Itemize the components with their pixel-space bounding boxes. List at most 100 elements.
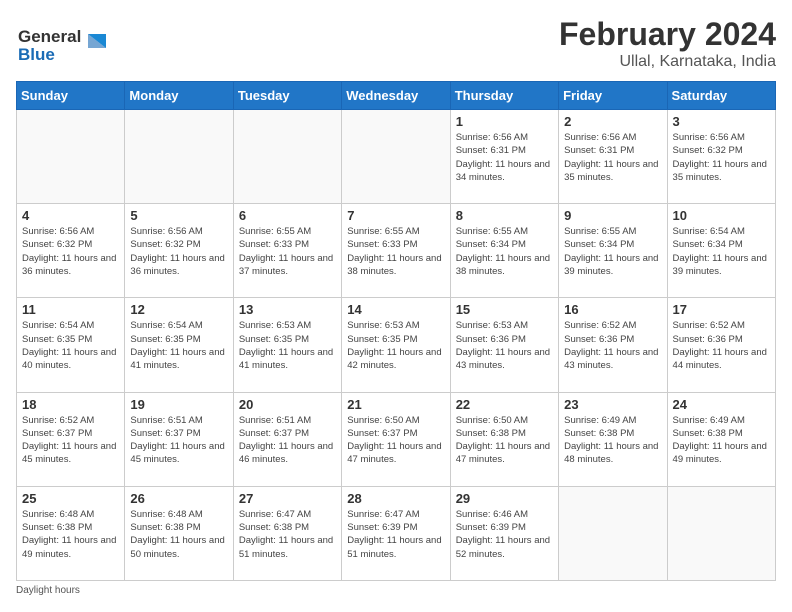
table-row: 14 Sunrise: 6:53 AMSunset: 6:35 PMDayligh… xyxy=(342,298,450,392)
day-number: 25 xyxy=(22,491,119,506)
col-wednesday: Wednesday xyxy=(342,82,450,110)
col-thursday: Thursday xyxy=(450,82,558,110)
day-info: Sunrise: 6:47 AMSunset: 6:39 PMDaylight:… xyxy=(347,508,444,561)
day-number: 17 xyxy=(673,302,770,317)
day-number: 1 xyxy=(456,114,553,129)
day-number: 15 xyxy=(456,302,553,317)
table-row: 26 Sunrise: 6:48 AMSunset: 6:38 PMDayligh… xyxy=(125,486,233,580)
svg-text:Blue: Blue xyxy=(18,45,55,64)
day-number: 23 xyxy=(564,397,661,412)
table-row: 16 Sunrise: 6:52 AMSunset: 6:36 PMDayligh… xyxy=(559,298,667,392)
day-info: Sunrise: 6:48 AMSunset: 6:38 PMDaylight:… xyxy=(22,508,119,561)
day-number: 24 xyxy=(673,397,770,412)
day-number: 11 xyxy=(22,302,119,317)
day-number: 29 xyxy=(456,491,553,506)
day-number: 22 xyxy=(456,397,553,412)
table-row: 28 Sunrise: 6:47 AMSunset: 6:39 PMDayligh… xyxy=(342,486,450,580)
day-number: 4 xyxy=(22,208,119,223)
day-number: 28 xyxy=(347,491,444,506)
day-number: 14 xyxy=(347,302,444,317)
page-subtitle: Ullal, Karnataka, India xyxy=(559,53,776,71)
day-info: Sunrise: 6:48 AMSunset: 6:38 PMDaylight:… xyxy=(130,508,227,561)
calendar-week-row: 1 Sunrise: 6:56 AMSunset: 6:31 PMDaylight… xyxy=(17,110,776,204)
table-row: 19Sunrise: 6:51 AMSunset: 6:37 PMDayligh… xyxy=(125,392,233,486)
page-title: February 2024 xyxy=(559,16,776,53)
day-info: Sunrise: 6:49 AMSunset: 6:38 PMDaylight:… xyxy=(673,414,770,467)
day-number: 3 xyxy=(673,114,770,129)
day-number: 18 xyxy=(22,397,119,412)
table-row: 13 Sunrise: 6:53 AMSunset: 6:35 PMDayligh… xyxy=(233,298,341,392)
day-info: Sunrise: 6:55 AMSunset: 6:33 PMDaylight:… xyxy=(347,225,444,278)
day-number: 26 xyxy=(130,491,227,506)
day-info: Sunrise: 6:46 AMSunset: 6:39 PMDaylight:… xyxy=(456,508,553,561)
day-info: Sunrise: 6:54 AMSunset: 6:35 PMDaylight:… xyxy=(130,319,227,372)
day-info: Sunrise: 6:55 AMSunset: 6:33 PMDaylight:… xyxy=(239,225,336,278)
day-info: Sunrise: 6:53 AMSunset: 6:35 PMDaylight:… xyxy=(239,319,336,372)
logo: General Blue xyxy=(16,16,126,70)
table-row: 29 Sunrise: 6:46 AMSunset: 6:39 PMDayligh… xyxy=(450,486,558,580)
table-row: 24 Sunrise: 6:49 AMSunset: 6:38 PMDayligh… xyxy=(667,392,775,486)
day-number: 10 xyxy=(673,208,770,223)
table-row: 27 Sunrise: 6:47 AMSunset: 6:38 PMDayligh… xyxy=(233,486,341,580)
title-block: February 2024 Ullal, Karnataka, India xyxy=(559,16,776,71)
calendar-week-row: 25 Sunrise: 6:48 AMSunset: 6:38 PMDayligh… xyxy=(17,486,776,580)
table-row: 2 Sunrise: 6:56 AMSunset: 6:31 PMDaylight… xyxy=(559,110,667,204)
calendar-week-row: 4 Sunrise: 6:56 AMSunset: 6:32 PMDaylight… xyxy=(17,204,776,298)
table-row: 9 Sunrise: 6:55 AMSunset: 6:34 PMDaylight… xyxy=(559,204,667,298)
calendar-week-row: 18 Sunrise: 6:52 AMSunset: 6:37 PMDayligh… xyxy=(17,392,776,486)
table-row: 7Sunrise: 6:55 AMSunset: 6:33 PMDaylight… xyxy=(342,204,450,298)
table-row xyxy=(559,486,667,580)
day-info: Sunrise: 6:54 AMSunset: 6:34 PMDaylight:… xyxy=(673,225,770,278)
table-row: 8Sunrise: 6:55 AMSunset: 6:34 PMDaylight… xyxy=(450,204,558,298)
table-row: 17 Sunrise: 6:52 AMSunset: 6:36 PMDayligh… xyxy=(667,298,775,392)
table-row: 21Sunrise: 6:50 AMSunset: 6:37 PMDayligh… xyxy=(342,392,450,486)
table-row: 10 Sunrise: 6:54 AMSunset: 6:34 PMDayligh… xyxy=(667,204,775,298)
table-row: 20Sunrise: 6:51 AMSunset: 6:37 PMDayligh… xyxy=(233,392,341,486)
day-number: 16 xyxy=(564,302,661,317)
day-info: Sunrise: 6:47 AMSunset: 6:38 PMDaylight:… xyxy=(239,508,336,561)
table-row: 18 Sunrise: 6:52 AMSunset: 6:37 PMDayligh… xyxy=(17,392,125,486)
day-number: 19 xyxy=(130,397,227,412)
calendar-header-row: Sunday Monday Tuesday Wednesday Thursday… xyxy=(17,82,776,110)
day-info: Sunrise: 6:52 AMSunset: 6:36 PMDaylight:… xyxy=(673,319,770,372)
calendar-week-row: 11 Sunrise: 6:54 AMSunset: 6:35 PMDayligh… xyxy=(17,298,776,392)
table-row: 5 Sunrise: 6:56 AMSunset: 6:32 PMDaylight… xyxy=(125,204,233,298)
day-number: 8 xyxy=(456,208,553,223)
table-row xyxy=(342,110,450,204)
day-info: Sunrise: 6:54 AMSunset: 6:35 PMDaylight:… xyxy=(22,319,119,372)
col-friday: Friday xyxy=(559,82,667,110)
day-number: 9 xyxy=(564,208,661,223)
table-row: 3Sunrise: 6:56 AMSunset: 6:32 PMDaylight… xyxy=(667,110,775,204)
table-row xyxy=(233,110,341,204)
table-row xyxy=(125,110,233,204)
table-row: 23Sunrise: 6:49 AMSunset: 6:38 PMDayligh… xyxy=(559,392,667,486)
day-number: 13 xyxy=(239,302,336,317)
day-info: Sunrise: 6:56 AMSunset: 6:31 PMDaylight:… xyxy=(564,131,661,184)
day-number: 6 xyxy=(239,208,336,223)
day-info: Sunrise: 6:52 AMSunset: 6:37 PMDaylight:… xyxy=(22,414,119,467)
day-number: 12 xyxy=(130,302,227,317)
page: General Blue February 2024 Ullal, Karnat… xyxy=(0,0,792,612)
day-number: 2 xyxy=(564,114,661,129)
header: General Blue February 2024 Ullal, Karnat… xyxy=(16,16,776,71)
day-info: Sunrise: 6:50 AMSunset: 6:37 PMDaylight:… xyxy=(347,414,444,467)
logo-svg: General Blue xyxy=(16,20,126,70)
table-row xyxy=(17,110,125,204)
table-row: 1Sunrise: 6:56 AMSunset: 6:31 PMDaylight… xyxy=(450,110,558,204)
table-row: 12 Sunrise: 6:54 AMSunset: 6:35 PMDayligh… xyxy=(125,298,233,392)
day-info: Sunrise: 6:55 AMSunset: 6:34 PMDaylight:… xyxy=(564,225,661,278)
col-saturday: Saturday xyxy=(667,82,775,110)
day-info: Sunrise: 6:52 AMSunset: 6:36 PMDaylight:… xyxy=(564,319,661,372)
table-row: 15 Sunrise: 6:53 AMSunset: 6:36 PMDayligh… xyxy=(450,298,558,392)
col-tuesday: Tuesday xyxy=(233,82,341,110)
day-number: 20 xyxy=(239,397,336,412)
day-info: Sunrise: 6:53 AMSunset: 6:36 PMDaylight:… xyxy=(456,319,553,372)
table-row: 22Sunrise: 6:50 AMSunset: 6:38 PMDayligh… xyxy=(450,392,558,486)
day-number: 5 xyxy=(130,208,227,223)
table-row: 6 Sunrise: 6:55 AMSunset: 6:33 PMDaylight… xyxy=(233,204,341,298)
calendar-table: Sunday Monday Tuesday Wednesday Thursday… xyxy=(16,81,776,581)
day-info: Sunrise: 6:56 AMSunset: 6:32 PMDaylight:… xyxy=(130,225,227,278)
col-monday: Monday xyxy=(125,82,233,110)
day-number: 27 xyxy=(239,491,336,506)
day-info: Sunrise: 6:53 AMSunset: 6:35 PMDaylight:… xyxy=(347,319,444,372)
